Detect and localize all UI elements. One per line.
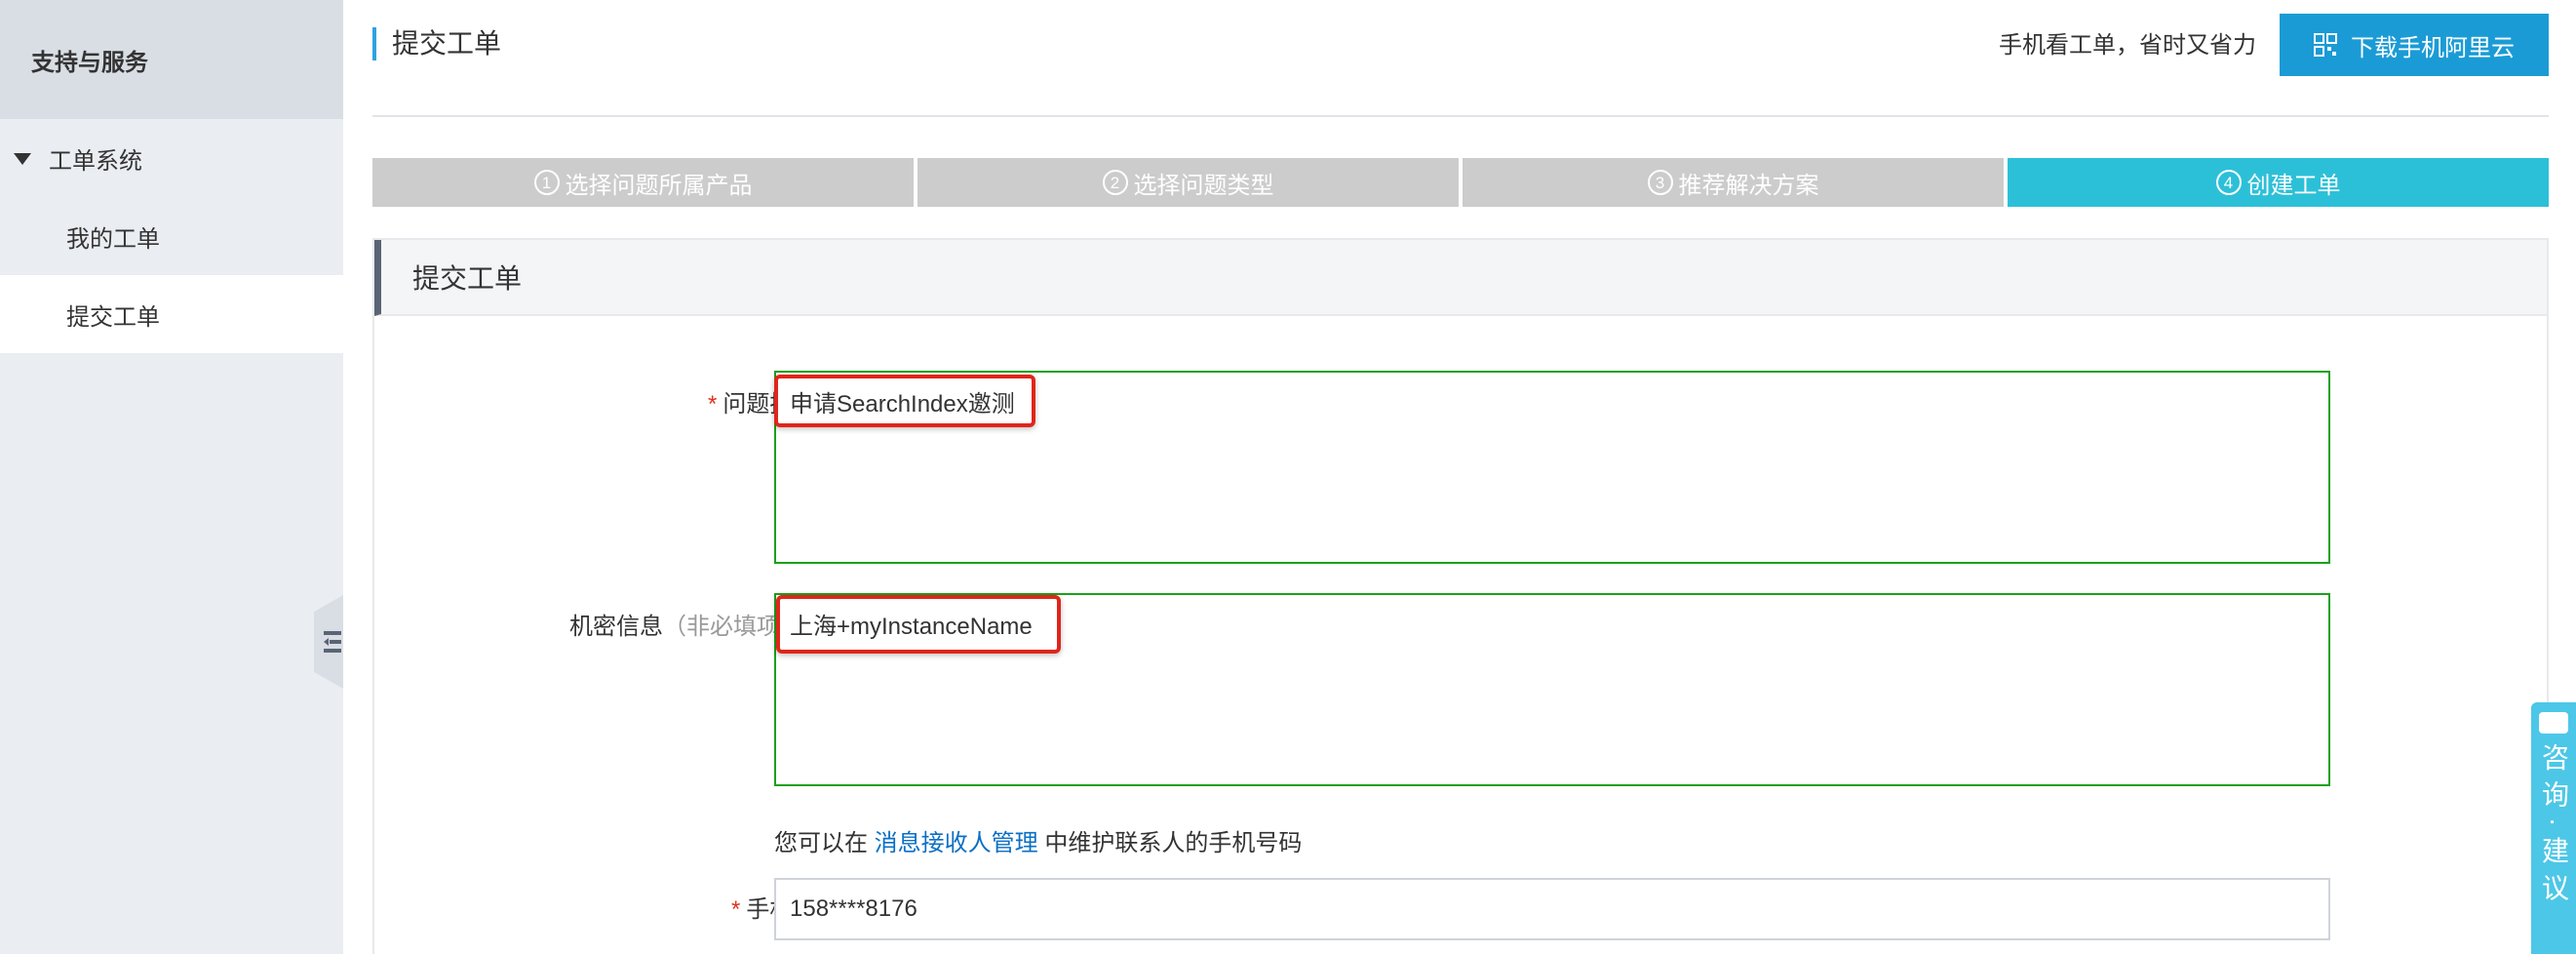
page-header: 提交工单 手机看工单，省时又省力 下载手机阿里云 xyxy=(372,0,2549,117)
chat-icon xyxy=(2539,712,2568,734)
secret-info-label: 机密信息（非必填项） xyxy=(374,607,803,641)
sidebar-section-label: 工单系统 xyxy=(49,147,142,175)
step-label: 选择问题所属产品 xyxy=(565,172,753,199)
download-button-label: 下载手机阿里云 xyxy=(2351,34,2515,61)
description-textarea[interactable]: 申请SearchIndex邀测 xyxy=(774,371,2330,564)
progress-steps: 1 选择问题所属产品 2 选择问题类型 3 推荐解决方案 4 创建工单 xyxy=(372,158,2549,207)
step-select-product: 1 选择问题所属产品 xyxy=(372,158,914,207)
step-label: 推荐解决方案 xyxy=(1678,172,1819,199)
required-mark: * xyxy=(707,391,718,417)
sidebar-item-my-tickets[interactable]: 我的工单 xyxy=(0,197,343,275)
sidebar-item-label: 提交工单 xyxy=(66,303,160,331)
sidebar-item-label: 我的工单 xyxy=(66,225,160,253)
step-number: 3 xyxy=(1647,170,1673,195)
required-mark: * xyxy=(730,896,741,923)
consult-tab-label: 咨询·建议 xyxy=(2539,743,2569,911)
step-select-type: 2 选择问题类型 xyxy=(917,158,1459,207)
description-label: * 问题描述: xyxy=(374,384,823,418)
mobile-promo-text: 手机看工单，省时又省力 xyxy=(1999,32,2256,59)
recipient-management-link[interactable]: 消息接收人管理 xyxy=(875,830,1038,856)
main-content: 提交工单 手机看工单，省时又省力 下载手机阿里云 1 选择问题所属产品 2 选择… xyxy=(372,0,2549,954)
sidebar-item-submit-ticket[interactable]: 提交工单 xyxy=(0,275,343,353)
caret-down-icon xyxy=(14,153,31,165)
consult-suggestion-tab[interactable]: 咨询·建议 xyxy=(2531,702,2576,954)
secret-info-label-text: 机密信息 xyxy=(569,614,663,640)
step-create-ticket: 4 创建工单 xyxy=(2008,158,2549,207)
step-label: 创建工单 xyxy=(2246,172,2341,199)
hint-text-before: 您可以在 xyxy=(774,830,875,856)
qr-code-icon xyxy=(2314,33,2337,57)
sidebar: 支持与服务 工单系统 我的工单 提交工单 xyxy=(0,0,343,954)
download-app-button[interactable]: 下载手机阿里云 xyxy=(2280,14,2549,76)
form-heading: 提交工单 xyxy=(374,240,2547,316)
step-number: 4 xyxy=(2215,170,2242,195)
ticket-form-panel: 提交工单 * 问题描述: 申请SearchIndex邀测 机密信息（非必填项） 上… xyxy=(372,238,2549,954)
sidebar-collapse-toggle[interactable] xyxy=(314,595,343,689)
phone-hint-text: 您可以在 消息接收人管理 中维护联系人的手机号码 xyxy=(774,823,1302,857)
phone-input[interactable] xyxy=(774,878,2330,940)
secret-info-textarea[interactable]: 上海+myInstanceName xyxy=(774,593,2330,786)
step-label: 选择问题类型 xyxy=(1133,172,1274,199)
sidebar-title: 支持与服务 xyxy=(0,0,343,119)
phone-label: *手机号: xyxy=(374,890,823,924)
step-recommended-solutions: 3 推荐解决方案 xyxy=(1463,158,2004,207)
collapse-menu-icon xyxy=(324,631,341,653)
sidebar-section-ticket-system[interactable]: 工单系统 xyxy=(0,119,343,197)
step-number: 1 xyxy=(533,170,560,195)
page-title: 提交工单 xyxy=(372,27,501,60)
hint-text-after: 中维护联系人的手机号码 xyxy=(1037,830,1303,856)
step-number: 2 xyxy=(1102,170,1128,195)
